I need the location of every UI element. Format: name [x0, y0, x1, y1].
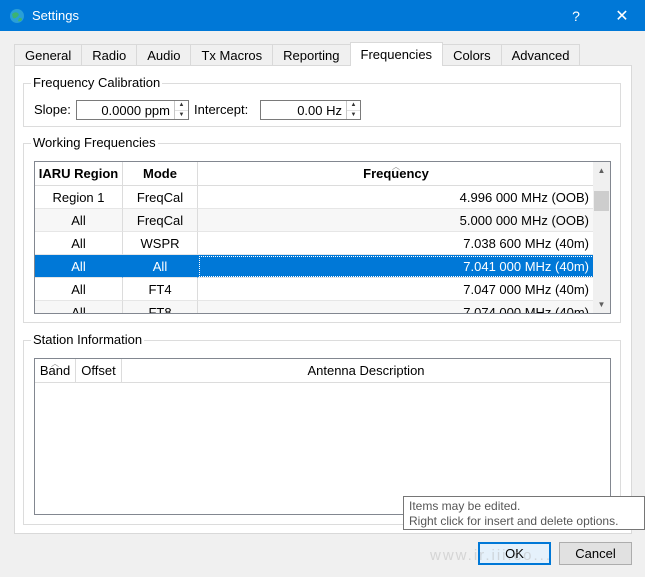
column-header-offset[interactable]: Offset	[76, 359, 122, 383]
cell-mode: FreqCal	[123, 186, 198, 209]
tab-colors[interactable]: Colors	[442, 44, 502, 66]
cell-frequency: 7.038 600 MHz (40m)	[198, 232, 595, 255]
increment-arrow-icon[interactable]: ▲	[175, 101, 188, 110]
table-header: ︿ Band Offset Antenna Description	[35, 359, 610, 383]
station-information-table[interactable]: ︿ Band Offset Antenna Description	[34, 358, 611, 515]
working-frequencies-table[interactable]: IARU Region Mode ︿ Frequency Region 1 Fr…	[34, 161, 611, 314]
cell-mode: FT8	[123, 301, 198, 313]
chevron-up-icon[interactable]: ▲	[593, 162, 610, 179]
cell-frequency: 7.074 000 MHz (40m)	[198, 301, 595, 313]
slope-value: 0.0000 ppm	[101, 102, 170, 118]
table-header: IARU Region Mode ︿ Frequency	[35, 162, 595, 186]
chevron-down-icon[interactable]: ▼	[593, 296, 610, 313]
tab-advanced[interactable]: Advanced	[500, 44, 581, 66]
frequency-calibration-title: Frequency Calibration	[31, 75, 163, 91]
column-header-iaru-region[interactable]: IARU Region	[35, 162, 123, 186]
intercept-stepper[interactable]: ▲ ▼	[346, 101, 360, 119]
vertical-scrollbar[interactable]: ▲ ▼	[593, 162, 610, 313]
title-bar: Settings ? ✕	[0, 0, 645, 31]
column-header-band[interactable]: ︿ Band	[35, 359, 76, 383]
frequencies-pane: Frequency Calibration Slope: 0.0000 ppm …	[14, 65, 632, 534]
working-frequencies-group: Working Frequencies IARU Region Mode ︿ F…	[23, 135, 621, 323]
increment-arrow-icon[interactable]: ▲	[347, 101, 360, 110]
cell-mode: FT4	[123, 278, 198, 301]
cell-frequency: 4.996 000 MHz (OOB)	[198, 186, 595, 209]
table-row[interactable]: Region 1 FreqCal 4.996 000 MHz (OOB)	[35, 186, 595, 209]
cell-frequency: 5.000 000 MHz (OOB)	[198, 209, 595, 232]
station-information-title: Station Information	[31, 332, 145, 348]
slope-stepper[interactable]: ▲ ▼	[174, 101, 188, 119]
tooltip-line-2: Right click for insert and delete option…	[409, 514, 619, 528]
table-row[interactable]: All FreqCal 5.000 000 MHz (OOB)	[35, 209, 595, 232]
cell-mode: All	[123, 255, 198, 278]
tab-general[interactable]: General	[14, 44, 83, 66]
tab-bar: General Radio Audio Tx Macros Reporting …	[14, 42, 581, 66]
tooltip: Items may be edited. Right click for ins…	[403, 496, 645, 530]
decrement-arrow-icon[interactable]: ▼	[175, 109, 188, 120]
cancel-button[interactable]: Cancel	[559, 542, 632, 565]
column-header-frequency[interactable]: ︿ Frequency	[198, 162, 595, 186]
intercept-label: Intercept:	[194, 102, 249, 117]
cell-region: All	[35, 209, 123, 232]
table-row[interactable]: All WSPR 7.038 600 MHz (40m)	[35, 232, 595, 255]
tab-radio[interactable]: Radio	[81, 44, 138, 66]
cell-frequency: 7.041 000 MHz (40m)	[198, 255, 595, 278]
tooltip-line-1: Items may be edited.	[409, 499, 521, 513]
app-globe-icon	[9, 8, 25, 24]
cell-region: Region 1	[35, 186, 123, 209]
cell-mode: FreqCal	[123, 209, 198, 232]
slope-spinbox[interactable]: 0.0000 ppm ▲ ▼	[76, 100, 189, 120]
cell-region: All	[35, 232, 123, 255]
frequency-calibration-group: Frequency Calibration Slope: 0.0000 ppm …	[23, 75, 621, 127]
cell-mode: WSPR	[123, 232, 198, 255]
decrement-arrow-icon[interactable]: ▼	[347, 109, 360, 120]
cell-region: All	[35, 255, 123, 278]
slope-label: Slope:	[34, 102, 71, 117]
intercept-spinbox[interactable]: 0.00 Hz ▲ ▼	[260, 100, 361, 120]
table-row-selected[interactable]: All All 7.041 000 MHz (40m)	[35, 255, 595, 278]
intercept-value: 0.00 Hz	[297, 102, 342, 118]
sort-up-icon: ︿	[392, 162, 400, 171]
cell-frequency: 7.047 000 MHz (40m)	[198, 278, 595, 301]
window-title: Settings	[32, 8, 79, 23]
help-button[interactable]: ?	[553, 0, 599, 31]
tab-tx-macros[interactable]: Tx Macros	[190, 44, 274, 66]
cell-region: All	[35, 278, 123, 301]
cell-region: All	[35, 301, 123, 313]
table-row[interactable]: All FT8 7.074 000 MHz (40m)	[35, 301, 595, 313]
sort-up-icon: ︿	[51, 359, 59, 368]
close-button[interactable]: ✕	[599, 0, 645, 31]
tab-audio[interactable]: Audio	[136, 44, 192, 66]
tab-frequencies[interactable]: Frequencies	[349, 42, 444, 66]
table-row[interactable]: All FT4 7.047 000 MHz (40m)	[35, 278, 595, 301]
column-header-mode[interactable]: Mode	[123, 162, 198, 186]
tab-reporting[interactable]: Reporting	[272, 44, 351, 66]
scrollbar-thumb[interactable]	[594, 190, 609, 211]
watermark: www.ir.iii.co...	[430, 547, 553, 564]
working-frequencies-title: Working Frequencies	[31, 135, 158, 151]
column-header-antenna-description[interactable]: Antenna Description	[122, 359, 610, 383]
